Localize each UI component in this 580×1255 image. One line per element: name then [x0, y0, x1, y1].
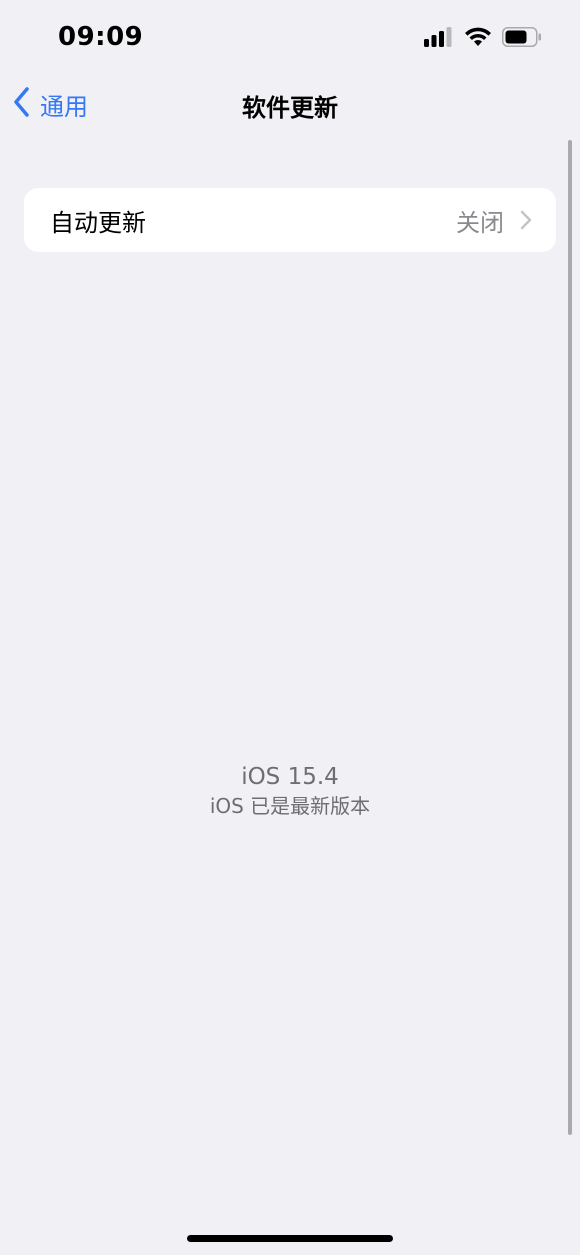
home-indicator[interactable] — [187, 1235, 393, 1242]
chevron-right-icon — [520, 210, 532, 234]
status-bar: 09:09 — [0, 0, 580, 78]
cellular-signal-icon — [424, 27, 454, 51]
status-icons — [424, 26, 542, 52]
wifi-icon — [464, 26, 492, 52]
auto-update-label: 自动更新 — [50, 208, 146, 237]
version-name: iOS 15.4 — [241, 764, 339, 790]
navigation-bar: 通用 软件更新 — [0, 78, 580, 130]
page-title: 软件更新 — [242, 94, 338, 122]
battery-icon — [502, 27, 542, 51]
version-status: iOS 已是最新版本 — [209, 794, 371, 818]
status-time: 09:09 — [58, 22, 144, 52]
scroll-indicator — [568, 140, 572, 1135]
settings-group: 自动更新 关闭 — [24, 188, 556, 252]
auto-update-value: 关闭 — [456, 208, 504, 237]
auto-update-row[interactable]: 自动更新 关闭 — [24, 188, 556, 252]
version-info: iOS 15.4 iOS 已是最新版本 — [0, 762, 580, 820]
